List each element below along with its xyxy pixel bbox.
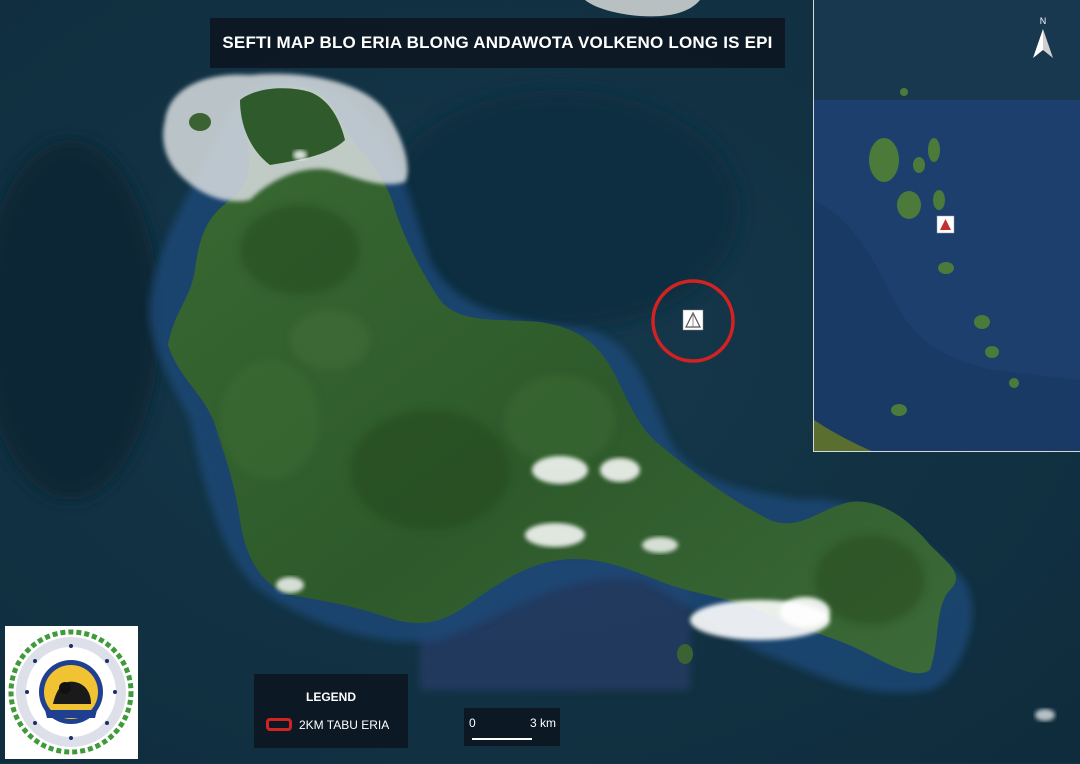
inset-map-graphic	[814, 0, 1080, 451]
islet	[189, 113, 211, 131]
scale-line	[472, 738, 532, 740]
islet	[677, 644, 693, 664]
north-label: N	[1040, 16, 1047, 26]
vmgd-logo	[5, 626, 138, 759]
legend-swatch-danger-zone	[266, 718, 292, 731]
legend: LEGEND 2KM TABU ERIA	[254, 674, 408, 748]
map-title: SEFTI MAP BLO ERIA BLONG ANDAWOTA VOLKEN…	[210, 18, 785, 68]
north-arrow-icon: N	[1033, 16, 1053, 58]
volcano-icon[interactable]	[682, 309, 704, 331]
inset-volcano-icon[interactable]	[936, 215, 955, 234]
inset-locator-map[interactable]	[813, 0, 1080, 452]
scale-bar: 0 3 km	[464, 708, 560, 746]
legend-title: LEGEND	[305, 690, 356, 704]
scale-start-label: 0	[469, 716, 476, 730]
legend-item-label: 2KM TABU ERIA	[299, 718, 390, 732]
logo-emblem	[8, 629, 134, 755]
scale-end-label: 3 km	[530, 716, 557, 730]
